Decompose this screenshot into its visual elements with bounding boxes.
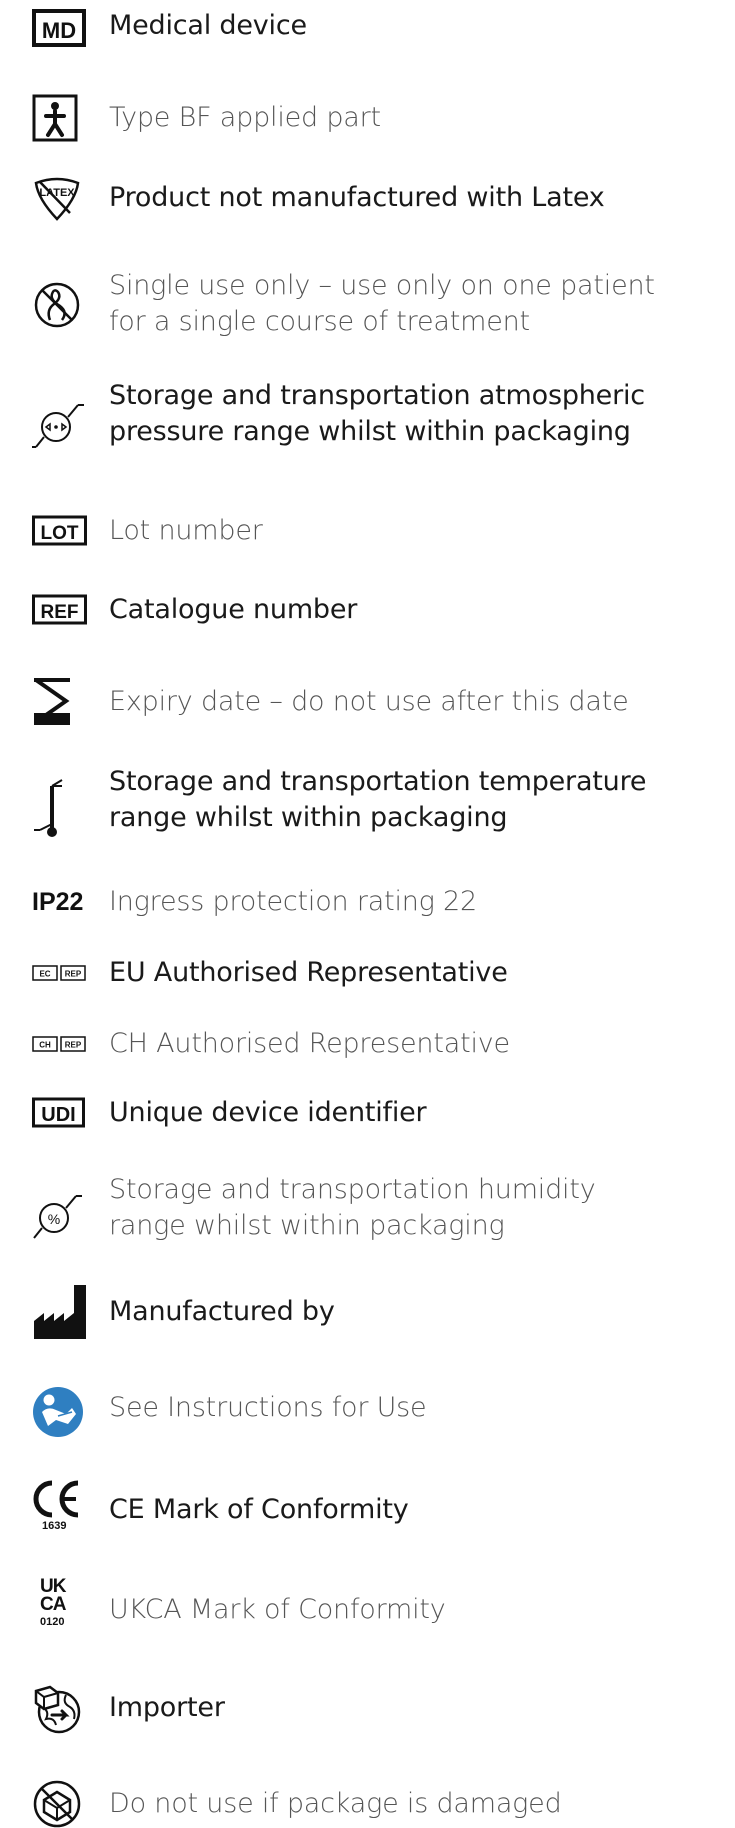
symbol-label: Unique device identifier xyxy=(109,1097,427,1128)
symbol-row-medical-device: MD Medical device xyxy=(0,0,735,56)
svg-text:EC: EC xyxy=(39,970,50,979)
symbol-label: Lot number xyxy=(109,515,263,546)
svg-text:CH: CH xyxy=(39,1041,51,1050)
ip22-text: IP22 xyxy=(32,887,84,916)
ukca-ca-text: CA xyxy=(40,1594,66,1615)
symbol-row-temperature: Storage and transportation temperature r… xyxy=(0,764,735,854)
svg-text:%: % xyxy=(48,1211,60,1227)
symbol-row-type-bf: Type BF applied part xyxy=(0,90,735,146)
svg-text:REP: REP xyxy=(65,1041,82,1050)
symbol-label: Storage and transportation atmospheric p… xyxy=(109,380,645,447)
latex-free-icon: LATEX xyxy=(32,172,88,228)
symbol-label: Type BF applied part xyxy=(109,102,381,133)
ref-icon: REF xyxy=(32,589,88,631)
temperature-limit-icon xyxy=(32,779,88,840)
symbol-row-ifu: See Instructions for Use xyxy=(0,1384,735,1440)
symbol-label: Single use only – use only on one patien… xyxy=(109,270,655,337)
single-use-icon xyxy=(32,277,88,333)
atmospheric-pressure-icon xyxy=(32,396,88,452)
ukca-approved-body-number: 0120 xyxy=(40,1616,65,1628)
lot-icon: LOT xyxy=(32,510,88,552)
ch-rep-icon: CH REP xyxy=(32,1022,88,1066)
symbol-row-atmospheric-pressure: Storage and transportation atmospheric p… xyxy=(0,378,735,468)
symbol-row-ch-rep: CH REP CH Authorised Representative xyxy=(0,1022,735,1072)
symbol-label: Manufactured by xyxy=(109,1296,335,1327)
symbol-label: Expiry date – do not use after this date xyxy=(109,686,629,717)
symbol-label: CE Mark of Conformity xyxy=(109,1494,409,1525)
instructions-for-use-icon xyxy=(32,1384,88,1440)
symbol-row-damaged-package: Do not use if package is damaged xyxy=(0,1780,735,1828)
symbol-label: Do not use if package is damaged xyxy=(109,1788,562,1819)
symbol-row-humidity: % Storage and transportation humidity ra… xyxy=(0,1172,735,1256)
symbol-label: Importer xyxy=(109,1692,225,1723)
symbol-row-udi: UDI Unique device identifier xyxy=(0,1092,735,1142)
ec-rep-icon: EC REP xyxy=(32,951,88,995)
symbol-label: Product not manufactured with Latex xyxy=(109,182,605,213)
do-not-use-if-damaged-icon xyxy=(32,1780,88,1828)
svg-text:REP: REP xyxy=(65,970,82,979)
symbol-label: Ingress protection rating 22 xyxy=(109,886,478,917)
symbol-row-ukca: UK CA 0120 UKCA Mark of Conformity xyxy=(0,1577,735,1648)
symbol-row-ip22: IP22 Ingress protection rating 22 xyxy=(0,880,735,930)
type-bf-applied-part-icon xyxy=(32,90,88,146)
symbol-label: See Instructions for Use xyxy=(109,1392,427,1423)
symbol-label: EU Authorised Representative xyxy=(109,957,508,988)
svg-text:LATEX: LATEX xyxy=(39,187,75,199)
manufacturer-icon xyxy=(32,1284,88,1340)
ip22-icon: IP22 xyxy=(32,880,88,924)
svg-text:LOT: LOT xyxy=(41,523,79,544)
symbol-row-single-use: Single use only – use only on one patien… xyxy=(0,265,735,349)
symbol-row-ce: 1639 CE Mark of Conformity xyxy=(0,1480,735,1550)
symbol-row-ec-rep: EC REP EU Authorised Representative xyxy=(0,951,735,1001)
udi-icon: UDI xyxy=(32,1092,88,1134)
hourglass-icon xyxy=(32,674,88,730)
symbol-row-expiry: Expiry date – do not use after this date xyxy=(0,674,735,730)
ce-notified-body-number: 1639 xyxy=(42,1520,67,1532)
symbol-row-manufacturer: Manufactured by xyxy=(0,1284,735,1340)
symbol-label: Storage and transportation humidity rang… xyxy=(109,1174,596,1241)
symbol-label: Storage and transportation temperature r… xyxy=(109,766,647,833)
svg-text:REF: REF xyxy=(41,602,79,623)
ukca-mark-icon: UK CA 0120 xyxy=(32,1577,88,1644)
symbol-label: Medical device xyxy=(109,10,307,41)
svg-text:MD: MD xyxy=(42,18,76,43)
symbol-row-lot: LOT Lot number xyxy=(0,510,735,560)
symbol-row-latex: LATEX Product not manufactured with Late… xyxy=(0,172,735,228)
symbol-label: Catalogue number xyxy=(109,594,358,625)
symbol-label: UKCA Mark of Conformity xyxy=(109,1594,446,1625)
importer-icon xyxy=(32,1682,88,1738)
symbol-label: CH Authorised Representative xyxy=(109,1028,510,1059)
humidity-icon: % xyxy=(32,1188,88,1242)
svg-text:UDI: UDI xyxy=(41,1104,75,1126)
symbol-row-importer: Importer xyxy=(0,1682,735,1738)
ce-mark-icon: 1639 xyxy=(32,1480,88,1546)
symbol-row-ref: REF Catalogue number xyxy=(0,589,735,639)
md-icon: MD xyxy=(32,0,88,56)
